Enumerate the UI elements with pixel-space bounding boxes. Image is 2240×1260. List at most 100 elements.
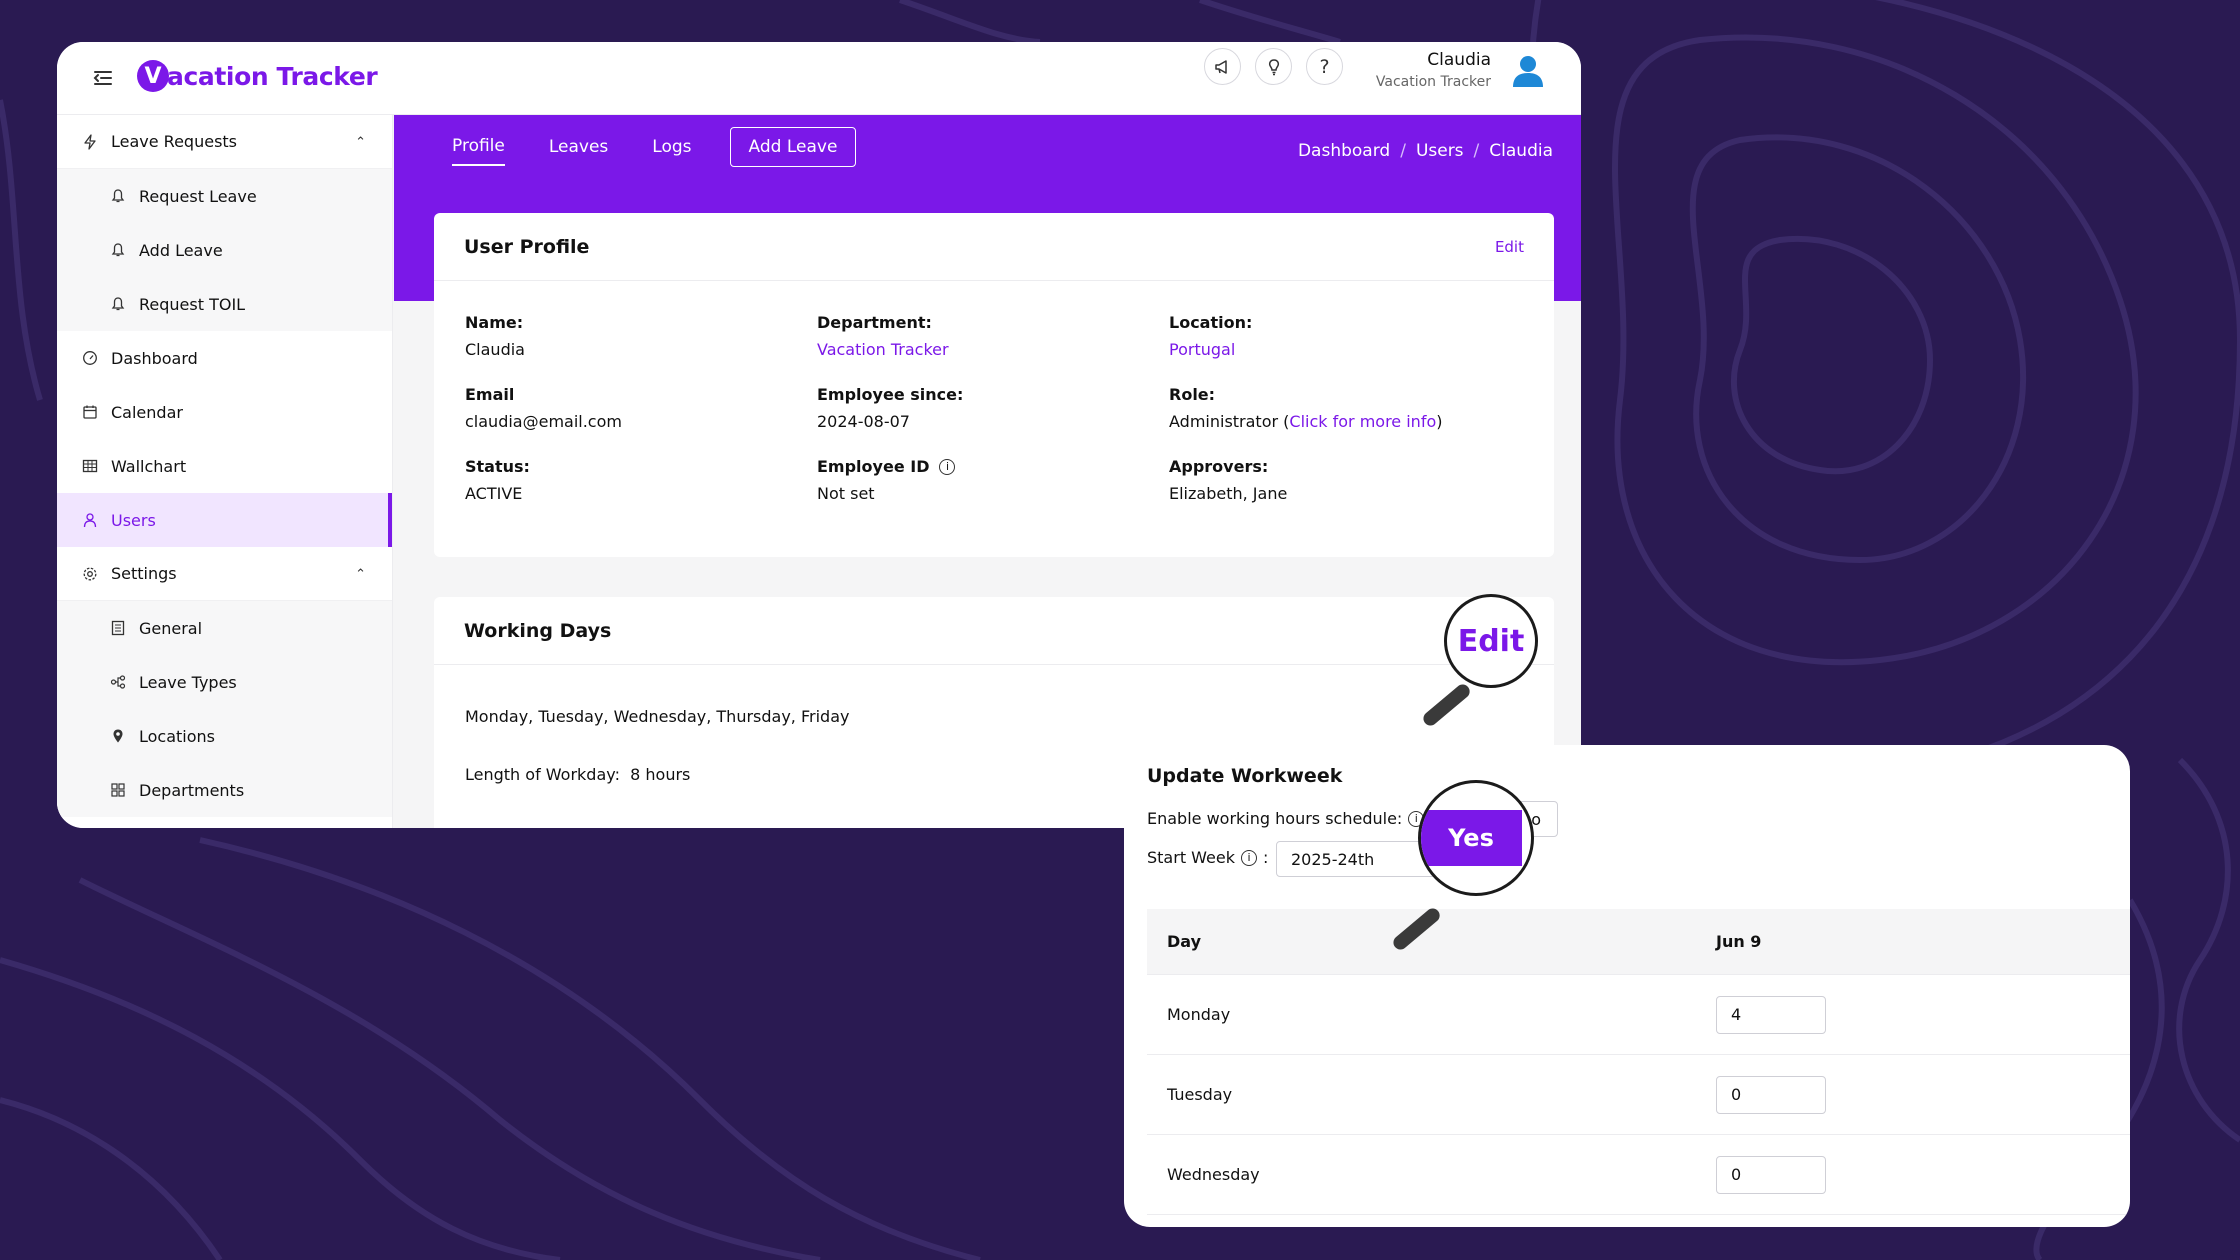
app-logo[interactable]: V acation Tracker — [137, 54, 378, 98]
sidebar-item-locations[interactable]: Locations — [57, 709, 392, 763]
field-label: Role: — [1169, 385, 1216, 404]
card-title: Working Days — [464, 619, 612, 642]
tab-profile[interactable]: Profile — [452, 128, 505, 166]
info-icon[interactable]: i — [939, 458, 956, 475]
sidebar-item-label: Calendar — [111, 402, 183, 422]
app-window: V acation Tracker ? Claudia Vacation Tra… — [57, 42, 1581, 828]
card-title: User Profile — [464, 235, 590, 258]
sidebar-item-label: Leave Requests — [111, 132, 238, 151]
update-workweek-dialog: Update Workweek Enable working hours sch… — [1124, 745, 2130, 1227]
workweek-table: Day Jun 9 Monday 4 Tuesday 0 Wednesday 0 — [1147, 909, 2130, 1215]
gauge-icon — [81, 349, 99, 367]
menu-collapse-icon[interactable] — [89, 64, 117, 92]
tab-leaves[interactable]: Leaves — [549, 129, 608, 165]
add-leave-button[interactable]: Add Leave — [729, 127, 857, 167]
sidebar-item-request-toil[interactable]: Request TOIL — [57, 277, 392, 331]
field-label: Name: — [465, 313, 524, 332]
table-row: Monday 4 — [1147, 975, 2130, 1055]
working-days-edit-link[interactable]: Edit — [1458, 624, 1525, 659]
role-suffix: ) — [1436, 412, 1443, 431]
field-value: Administrator (Click for more info) — [1169, 412, 1443, 431]
magnifier-lens: Edit — [1444, 594, 1538, 688]
location-link[interactable]: Portugal — [1169, 340, 1252, 359]
megaphone-icon[interactable] — [1204, 48, 1241, 85]
profile-edit-link[interactable]: Edit — [1495, 238, 1524, 256]
field-location: Location: Portugal — [1169, 313, 1252, 359]
user-menu[interactable]: Claudia Vacation Tracker — [1376, 50, 1547, 90]
day-name: Tuesday — [1167, 1085, 1233, 1104]
sidebar-item-departments[interactable]: Departments — [57, 763, 392, 817]
enable-hours-label: Enable working hours schedule: — [1147, 809, 1403, 828]
user-text: Claudia Vacation Tracker — [1376, 50, 1491, 90]
avatar-icon[interactable] — [1509, 51, 1547, 89]
tab-logs[interactable]: Logs — [652, 129, 691, 165]
sidebar-item-users[interactable]: Users — [57, 493, 392, 547]
sidebar-item-leave-types[interactable]: Leave Types — [57, 655, 392, 709]
top-bar: V acation Tracker ? Claudia Vacation Tra… — [57, 42, 1581, 115]
bolt-icon — [81, 133, 99, 151]
field-value: Claudia — [465, 340, 525, 359]
field-value: Elizabeth, Jane — [1169, 484, 1288, 503]
sidebar-item-request-leave[interactable]: Request Leave — [57, 169, 392, 223]
user-org: Vacation Tracker — [1375, 74, 1491, 90]
sidebar-item-dashboard[interactable]: Dashboard — [57, 331, 392, 385]
hours-input[interactable]: 0 — [1716, 1075, 1826, 1114]
table-row: Wednesday 0 — [1147, 1135, 2130, 1215]
field-role: Role: Administrator (Click for more info… — [1169, 385, 1443, 431]
hours-input[interactable]: 4 — [1716, 995, 1826, 1034]
breadcrumb-users[interactable]: Users — [1416, 141, 1464, 161]
info-icon[interactable]: i — [1241, 849, 1258, 866]
sidebar-item-label: Request Leave — [139, 186, 257, 206]
field-approvers: Approvers: Elizabeth, Jane — [1169, 457, 1287, 503]
working-days-list: Monday, Tuesday, Wednesday, Thursday, Fr… — [465, 707, 850, 726]
sidebar-item-settings[interactable]: Settings ⌃ — [57, 547, 392, 601]
workday-length-value: 8 hours — [630, 765, 691, 784]
logo-text: acation Tracker — [167, 61, 378, 91]
status-value: ACTIVE — [465, 484, 523, 503]
field-value: Not set — [817, 484, 875, 503]
help-icon[interactable]: ? — [1306, 48, 1343, 85]
hours-input[interactable]: 0 — [1716, 1155, 1826, 1194]
user-profile-card: User Profile Edit Name: Claudia Departme… — [434, 213, 1554, 557]
chevron-up-icon: ⌃ — [355, 135, 366, 150]
logo-mark: V — [137, 60, 169, 92]
field-name: Name: Claudia — [465, 313, 525, 359]
sidebar-item-wallchart[interactable]: Wallchart — [57, 439, 392, 493]
card-header: User Profile Edit — [434, 213, 1554, 281]
sidebar-item-leave-requests[interactable]: Leave Requests ⌃ — [57, 115, 392, 169]
lightbulb-icon[interactable] — [1255, 48, 1292, 85]
list-icon — [109, 619, 127, 637]
sidebar-item-calendar[interactable]: Calendar — [57, 385, 392, 439]
grid-icon — [109, 781, 127, 799]
role-text: Administrator ( — [1169, 412, 1290, 431]
sidebar-item-label: Request TOIL — [139, 294, 246, 314]
yes-option[interactable]: Yes — [1421, 810, 1522, 866]
dialog-title: Update Workweek — [1147, 765, 1343, 787]
magnifier-handle — [1420, 681, 1473, 729]
chevron-up-icon: ⌃ — [355, 567, 366, 582]
sidebar-item-label: Wallchart — [111, 456, 187, 476]
sidebar-item-label: Locations — [139, 726, 216, 746]
department-link[interactable]: Vacation Tracker — [817, 340, 949, 359]
breadcrumb-current: Claudia — [1489, 141, 1553, 161]
sidebar-item-label: Add Leave — [139, 240, 223, 260]
sidebar-item-label: General — [139, 618, 203, 638]
breadcrumb: Dashboard / Users / Claudia — [1298, 141, 1553, 161]
field-label: Status: — [465, 457, 530, 476]
role-info-link[interactable]: Click for more info — [1289, 412, 1436, 431]
user-icon — [81, 511, 99, 529]
employee-id-label: Employee ID — [817, 457, 930, 476]
field-employee-since: Employee since: 2024-08-07 — [817, 385, 963, 431]
sidebar: Leave Requests ⌃ Request Leave Add Leave… — [57, 115, 393, 828]
workday-length-label: Length of Workday: — [465, 765, 620, 784]
breadcrumb-dashboard[interactable]: Dashboard — [1298, 141, 1390, 161]
breadcrumb-separator: / — [1473, 141, 1480, 161]
magnifier-lens: Yes — [1418, 780, 1534, 896]
sidebar-item-add-leave[interactable]: Add Leave — [57, 223, 392, 277]
field-value: claudia@email.com — [465, 412, 622, 431]
column-header-date: Jun 9 — [1716, 932, 1762, 951]
day-name: Wednesday — [1167, 1165, 1260, 1184]
sidebar-item-general[interactable]: General — [57, 601, 392, 655]
pin-icon — [109, 727, 127, 745]
magnifier-edit: Edit — [1400, 590, 1540, 730]
